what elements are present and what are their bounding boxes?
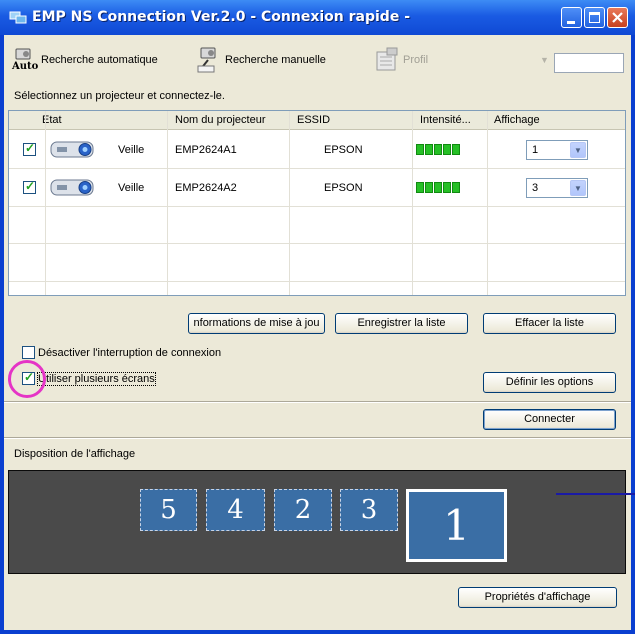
row-status: Veille — [118, 144, 145, 156]
app-network-icon — [9, 11, 27, 24]
grid-line — [9, 281, 625, 282]
display-layout-panel[interactable]: 5 4 2 3 1 — [8, 470, 626, 574]
clear-list-button[interactable]: Effacer la liste — [483, 313, 616, 334]
row-essid: EPSON — [324, 144, 363, 156]
virtual-screen-1[interactable]: 1 — [406, 489, 507, 562]
display-properties-button[interactable]: Propriétés d'affichage — [458, 587, 617, 608]
connect-button[interactable]: Connecter — [483, 409, 616, 430]
define-options-button[interactable]: Définir les options — [483, 372, 616, 393]
divider — [4, 437, 631, 439]
column-header-essid[interactable]: ESSID — [297, 114, 330, 126]
maximize-button[interactable] — [584, 7, 605, 28]
signal-strength-icon — [416, 144, 460, 155]
virtual-screen-4[interactable]: 4 — [206, 489, 265, 531]
virtual-screen-2[interactable]: 2 — [274, 489, 332, 531]
virtual-screen-3[interactable]: 3 — [340, 489, 398, 531]
virtual-screen-5[interactable]: 5 — [140, 489, 197, 531]
table-row[interactable]: ✓ Veille EMP2624A2 EPSON 3 ▼ — [9, 168, 625, 206]
display-layout-label: Disposition de l'affichage — [14, 448, 136, 460]
profile-label: Profil — [403, 54, 429, 66]
manual-search-button[interactable]: Recherche manuelle — [194, 45, 326, 75]
table-row[interactable]: ✓ Veille EMP2624A1 EPSON 1 ▼ — [9, 131, 625, 168]
minimize-button[interactable] — [561, 7, 582, 28]
disable-interrupt-label: Désactiver l'interruption de connexion — [38, 346, 222, 359]
close-button[interactable] — [607, 7, 628, 28]
projector-table[interactable]: Etat Nom du projecteur ESSID Intensité..… — [8, 110, 626, 296]
row-essid: EPSON — [324, 182, 363, 194]
instruction-text: Sélectionnez un projecteur et connectez-… — [14, 90, 225, 102]
row-status: Veille — [118, 182, 145, 194]
update-info-button[interactable]: nformations de mise à jou — [188, 313, 325, 334]
grid-line — [9, 243, 625, 244]
disable-interrupt-checkbox[interactable]: Désactiver l'interruption de connexion — [22, 346, 221, 359]
display-number-value: 1 — [532, 144, 539, 156]
column-header-signal[interactable]: Intensité... — [420, 114, 471, 126]
auto-search-icon: Auto — [10, 46, 38, 74]
row-select-checkbox[interactable]: ✓ — [23, 179, 36, 194]
toolbar: Auto Recherche automatique Recherche man… — [4, 35, 631, 86]
auto-search-button[interactable]: Auto Recherche automatique — [10, 45, 158, 75]
grid-line — [9, 206, 625, 207]
profile-icon — [372, 46, 400, 74]
column-header-display[interactable]: Affichage — [494, 114, 540, 126]
auto-badge: Auto — [12, 61, 39, 72]
checkbox-box[interactable] — [22, 346, 35, 359]
check-icon: ✓ — [25, 179, 36, 193]
signal-strength-icon — [416, 182, 460, 193]
manual-search-icon — [194, 46, 222, 74]
column-header-name[interactable]: Nom du projecteur — [175, 114, 266, 126]
close-icon — [612, 12, 623, 23]
row-projector-name: EMP2624A1 — [175, 144, 237, 156]
table-header: Etat Nom du projecteur ESSID Intensité..… — [9, 111, 625, 130]
highlight-circle-annotation — [8, 360, 46, 398]
multi-screen-label: Utiliser plusieurs écrans — [37, 371, 156, 386]
window-title: EMP NS Connection Ver.2.0 - Connexion ra… — [32, 9, 411, 25]
projector-icon — [50, 141, 94, 158]
profile-dropdown-arrow-icon[interactable]: ▼ — [540, 55, 549, 65]
chevron-down-icon[interactable]: ▼ — [570, 180, 586, 196]
client-area: Auto Recherche automatique Recherche man… — [4, 35, 631, 630]
profile-select[interactable] — [554, 53, 624, 73]
row-projector-name: EMP2624A2 — [175, 182, 237, 194]
maximize-icon — [589, 12, 600, 23]
display-number-value: 3 — [532, 182, 539, 194]
projector-icon — [50, 179, 94, 196]
auto-search-label: Recherche automatique — [41, 54, 158, 66]
callout-line — [556, 493, 635, 495]
display-number-select[interactable]: 3 ▼ — [526, 178, 588, 198]
app-window: EMP NS Connection Ver.2.0 - Connexion ra… — [0, 0, 635, 634]
minimize-icon — [567, 21, 575, 24]
check-icon: ✓ — [25, 141, 36, 155]
row-select-checkbox[interactable]: ✓ — [23, 141, 36, 156]
title-bar[interactable]: EMP NS Connection Ver.2.0 - Connexion ra… — [0, 0, 635, 35]
manual-search-label: Recherche manuelle — [225, 54, 326, 66]
divider — [4, 401, 631, 403]
save-list-button[interactable]: Enregistrer la liste — [335, 313, 468, 334]
profile-button[interactable]: Profil — [372, 45, 428, 75]
chevron-down-icon[interactable]: ▼ — [570, 142, 586, 158]
display-number-select[interactable]: 1 ▼ — [526, 140, 588, 160]
